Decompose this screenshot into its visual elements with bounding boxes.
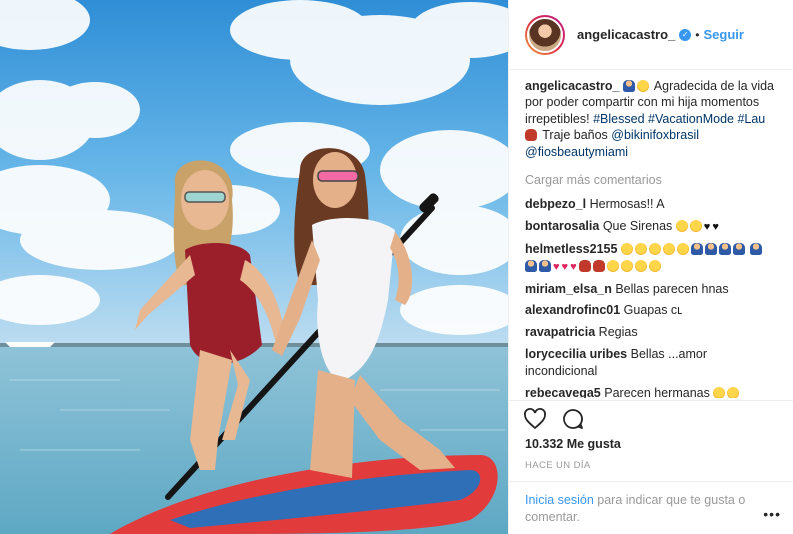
- person-emoji-icon: [704, 243, 717, 256]
- comment-username[interactable]: alexandrofinc01: [525, 303, 620, 317]
- comment-item: rebecavega5 Parecen hermanas: [525, 385, 777, 398]
- comment-username[interactable]: lorycecilia uribes: [525, 347, 627, 361]
- post-side-panel: angelicacastro_ ✓ • Seguir angelicacastr…: [508, 0, 793, 534]
- follow-button[interactable]: Seguir: [703, 27, 743, 42]
- rose-emoji-icon: [592, 259, 605, 272]
- smile-emoji-icon: [648, 243, 661, 256]
- flower-emoji-icon: [606, 259, 619, 272]
- photo-paddleboard-scene: [0, 0, 508, 534]
- comment-item: ravapatricia Regias: [525, 324, 777, 340]
- face-emoji-icon: [689, 220, 702, 233]
- comment-username[interactable]: rebecavega5: [525, 386, 601, 398]
- person-emoji-icon: [718, 243, 731, 256]
- load-more-comments-button[interactable]: Cargar más comentarios: [525, 172, 777, 188]
- login-prompt: Inicia sesión para indicar que te gusta …: [509, 481, 793, 526]
- mention-fiosbeautymiami[interactable]: @fiosbeautymiami: [525, 145, 628, 159]
- person-emoji-icon: [750, 243, 763, 256]
- rose-emoji-icon: [578, 259, 591, 272]
- face-emoji-icon: [675, 220, 688, 233]
- comment-username[interactable]: ravapatricia: [525, 325, 595, 339]
- comment-item: debpezo_l Hermosas!! A: [525, 196, 777, 212]
- smile-emoji-icon: [662, 243, 675, 256]
- comment-username[interactable]: debpezo_l: [525, 197, 586, 211]
- post-actions-bar: [509, 400, 793, 436]
- comments-list[interactable]: angelicacastro_ Agradecida de la vida po…: [509, 78, 793, 398]
- caption-username[interactable]: angelicacastro_: [525, 79, 620, 93]
- person-emoji-icon: [690, 243, 703, 256]
- comment-bubble-icon[interactable]: [561, 407, 599, 437]
- person-emoji-icon: [539, 259, 551, 272]
- post-username[interactable]: angelicacastro_: [577, 27, 675, 42]
- heart-eyes-emoji-icon: [636, 80, 649, 92]
- smile-emoji-icon: [676, 243, 689, 256]
- comment-text: Guapas cʟ: [623, 303, 683, 318]
- hashtag-lau[interactable]: #Lau: [737, 112, 765, 126]
- hashtag-blessed[interactable]: #Blessed: [593, 112, 644, 126]
- post-timestamp: HACE UN DÍA: [525, 460, 591, 471]
- face-emoji-icon: [713, 386, 726, 398]
- comment-text: Hermosas!! A: [589, 197, 665, 212]
- more-options-icon[interactable]: •••: [763, 506, 781, 522]
- black-heart-emoji-icon: ♥: [712, 221, 719, 234]
- sun-emoji-icon: [634, 259, 647, 272]
- red-heart-emoji-icon: ♥: [570, 260, 577, 273]
- post-caption: angelicacastro_ Agradecida de la vida po…: [525, 78, 777, 160]
- comment-text: Bellas parecen hnas: [615, 281, 729, 296]
- comment-item: helmetless2155 ♥ ♥ ♥: [525, 241, 777, 275]
- post-header: angelicacastro_ ✓ • Seguir: [509, 0, 793, 70]
- instagram-post: angelicacastro_ ✓ • Seguir angelicacastr…: [0, 0, 793, 534]
- comment-text: Regias: [598, 325, 638, 340]
- caption-text-2: Traje baños: [542, 128, 608, 143]
- post-photo[interactable]: [0, 0, 508, 534]
- avatar[interactable]: [525, 14, 565, 55]
- red-heart-emoji-icon: ♥: [553, 260, 560, 273]
- comment-username[interactable]: miriam_elsa_n: [525, 282, 612, 296]
- bunny-emoji-icon: [525, 129, 537, 142]
- comment-item: miriam_elsa_n Bellas parecen hnas: [525, 281, 777, 297]
- comment-item: alexandrofinc01 Guapas cʟ: [525, 302, 777, 318]
- mention-bikinifoxbrasil[interactable]: @bikinifoxbrasil: [611, 128, 699, 142]
- comment-item: lorycecilia uribes Bellas ...amor incond…: [525, 346, 777, 379]
- hashtag-vacationmode[interactable]: #VacationMode: [648, 112, 734, 126]
- black-heart-emoji-icon: ♥: [703, 221, 711, 234]
- person-emoji-icon: [732, 243, 745, 256]
- comment-item: bontarosalia Que Sirenas ♥ ♥: [525, 218, 777, 235]
- smile-emoji-icon: [620, 243, 633, 256]
- login-link[interactable]: Inicia sesión: [525, 493, 594, 507]
- separator-dot: •: [695, 27, 700, 42]
- person-emoji-icon: [622, 80, 635, 92]
- smile-emoji-icon: [634, 243, 647, 256]
- person-emoji-icon: [525, 259, 537, 272]
- sun-emoji-icon: [648, 259, 661, 272]
- comment-username[interactable]: bontarosalia: [525, 219, 599, 233]
- comment-text: Parecen hermanas: [604, 385, 710, 398]
- like-heart-icon[interactable]: [523, 407, 561, 437]
- verified-badge-icon: ✓: [679, 28, 692, 41]
- flower-emoji-icon: [620, 259, 633, 272]
- comment-username[interactable]: helmetless2155: [525, 242, 617, 256]
- red-heart-emoji-icon: ♥: [561, 260, 569, 273]
- face-emoji-icon: [727, 386, 740, 398]
- comment-text: Que Sirenas: [602, 219, 673, 234]
- likes-count[interactable]: 10.332 Me gusta: [525, 437, 621, 451]
